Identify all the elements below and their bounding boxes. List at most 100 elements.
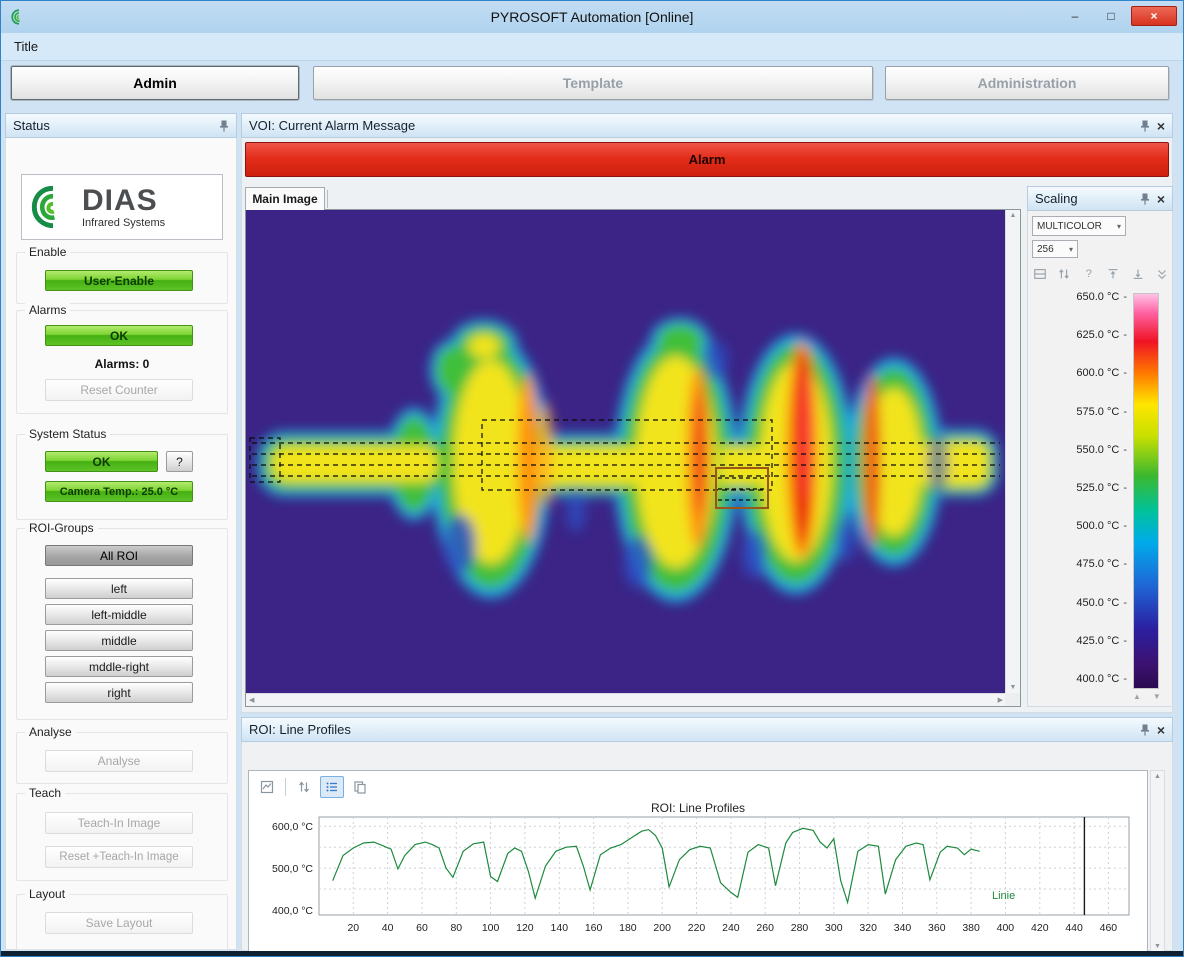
system-ok-button[interactable]: OK <box>45 451 158 472</box>
close-panel-icon[interactable]: × <box>1157 192 1165 206</box>
alarms-count-label: Alarms: 0 <box>17 357 227 371</box>
tab-admin[interactable]: Admin <box>11 66 299 100</box>
alarms-ok-button[interactable]: OK <box>45 325 193 346</box>
svg-text:240: 240 <box>722 922 740 934</box>
close-panel-icon[interactable]: × <box>1157 723 1165 737</box>
roi-right-button[interactable]: right <box>45 682 193 703</box>
pin-icon[interactable] <box>219 120 229 132</box>
teach-in-image-button[interactable]: Teach-In Image <box>45 812 193 834</box>
svg-text:140: 140 <box>551 922 569 934</box>
scale-max-icon[interactable] <box>1105 266 1121 282</box>
user-enable-button[interactable]: User-Enable <box>45 270 193 291</box>
group-analyse: Analyse Analyse <box>16 732 228 784</box>
close-panel-icon[interactable]: × <box>1157 119 1165 133</box>
dias-logo: DIAS Infrared Systems <box>21 174 223 240</box>
group-system-status: System Status OK ? Camera Temp.: 25.0 °C <box>16 434 228 520</box>
group-alarms: Alarms OK Alarms: 0 Reset Counter <box>16 310 228 414</box>
roi-middle-button[interactable]: middle <box>45 630 193 651</box>
colorbar-label-3: 575.0 °C- <box>1033 406 1127 418</box>
group-layout: Layout Save Layout <box>16 894 228 950</box>
svg-text:380: 380 <box>962 922 980 934</box>
group-alarms-label: Alarms <box>25 303 70 317</box>
svg-text:440: 440 <box>1065 922 1083 934</box>
chart-vertical-scrollbar[interactable]: ▲ ▼ <box>1150 770 1165 953</box>
caption-title: Title <box>14 39 38 54</box>
palette-select[interactable]: MULTICOLOR ▾ <box>1032 216 1126 236</box>
autoscale-icon[interactable] <box>1056 266 1072 282</box>
svg-text:200: 200 <box>653 922 671 934</box>
scroll-left-icon[interactable]: ◀ <box>246 695 257 706</box>
analyse-button[interactable]: Analyse <box>45 750 193 772</box>
app-window: PYROSOFT Automation [Online] – □ × Title… <box>0 0 1184 957</box>
colorbar-down-icon[interactable]: ▼ <box>1153 692 1161 701</box>
levels-select[interactable]: 256 ▾ <box>1032 240 1078 258</box>
close-button[interactable]: × <box>1131 6 1177 26</box>
colorbar-label-5: 525.0 °C- <box>1033 482 1127 494</box>
svg-text:80: 80 <box>450 922 462 934</box>
svg-text:60: 60 <box>416 922 428 934</box>
group-teach-label: Teach <box>25 786 65 800</box>
scroll-down-icon[interactable]: ▼ <box>1007 682 1020 693</box>
colorbar-label-1: 625.0 °C- <box>1033 329 1127 341</box>
window-title: PYROSOFT Automation [Online] <box>1 9 1183 25</box>
system-help-button[interactable]: ? <box>166 451 193 472</box>
legend-linie: Linie <box>992 890 1015 902</box>
pin-icon[interactable] <box>1140 193 1150 205</box>
group-analyse-label: Analyse <box>25 725 76 739</box>
group-system-status-label: System Status <box>25 427 110 441</box>
svg-text:340: 340 <box>894 922 912 934</box>
scroll-up-icon[interactable]: ▲ <box>1007 210 1020 221</box>
pin-icon[interactable] <box>1140 724 1150 736</box>
reset-teach-in-image-button[interactable]: Reset +Teach-In Image <box>45 846 193 868</box>
chart-title: ROI: Line Profiles <box>249 801 1147 815</box>
scaling-panel-header: Scaling × <box>1027 186 1173 211</box>
image-vertical-scrollbar[interactable]: ▲ ▼ <box>1005 210 1020 693</box>
scale-reset-icon[interactable] <box>1154 266 1170 282</box>
nav-tab-row: Admin Template Administration <box>1 61 1183 104</box>
roi-left-button[interactable]: left <box>45 578 193 599</box>
help-icon[interactable]: ? <box>1081 266 1097 282</box>
toolbar-separator <box>285 778 286 796</box>
tab-main-image[interactable]: Main Image <box>245 187 325 210</box>
svg-text:160: 160 <box>585 922 603 934</box>
colorbar-label-7: 475.0 °C- <box>1033 558 1127 570</box>
palette-icon[interactable] <box>1032 266 1048 282</box>
maximize-button[interactable]: □ <box>1095 6 1127 26</box>
roi-middle-right-button[interactable]: mddle-right <box>45 656 193 677</box>
line-profiles-chart[interactable]: 2040608010012014016018020022024026028030… <box>257 815 1141 947</box>
main-image-frame: ▲ ▼ ◀ ▶ <box>245 209 1021 707</box>
scaling-panel: Scaling × MULTICOLOR ▾ 256 ▾ ? <box>1027 186 1173 707</box>
thermal-image[interactable] <box>246 210 1006 694</box>
colorbar-up-icon[interactable]: ▲ <box>1133 692 1141 701</box>
sort-button[interactable] <box>292 776 316 798</box>
pin-icon[interactable] <box>1140 120 1150 132</box>
colorbar-label-0: 650.0 °C- <box>1033 291 1127 303</box>
svg-text:420: 420 <box>1031 922 1049 934</box>
group-enable-label: Enable <box>25 245 70 259</box>
export-chart-button[interactable] <box>255 776 279 798</box>
image-horizontal-scrollbar[interactable]: ◀ ▶ <box>246 693 1006 706</box>
tab-template[interactable]: Template <box>313 66 873 100</box>
roi-left-middle-button[interactable]: left-middle <box>45 604 193 625</box>
chart-container: ROI: Line Profiles 204060801001201401601… <box>248 770 1148 953</box>
list-view-button[interactable] <box>320 776 344 798</box>
copy-button[interactable] <box>348 776 372 798</box>
status-panel-header: Status <box>5 113 237 138</box>
status-panel: Status DIAS Infrared Systems Enable User… <box>5 113 237 950</box>
colorbar[interactable] <box>1133 293 1159 689</box>
scale-min-icon[interactable] <box>1130 266 1146 282</box>
chevron-down-icon: ▾ <box>1117 222 1121 231</box>
scroll-up-icon[interactable]: ▲ <box>1151 771 1164 782</box>
colorbar-spinners[interactable]: ▲ ▼ <box>1133 692 1161 701</box>
camera-temp-button[interactable]: Camera Temp.: 25.0 °C <box>45 481 193 502</box>
minimize-button[interactable]: – <box>1059 6 1091 26</box>
colorbar-label-8: 450.0 °C- <box>1033 597 1127 609</box>
scrollbar-corner <box>1005 693 1020 706</box>
reset-counter-button[interactable]: Reset Counter <box>45 379 193 401</box>
alarm-banner: Alarm <box>245 142 1169 177</box>
svg-text:600,0 °C: 600,0 °C <box>272 821 313 833</box>
chevron-down-icon: ▾ <box>1069 245 1073 254</box>
roi-all-button[interactable]: All ROI <box>45 545 193 566</box>
tab-administration[interactable]: Administration <box>885 66 1169 100</box>
save-layout-button[interactable]: Save Layout <box>45 912 193 934</box>
